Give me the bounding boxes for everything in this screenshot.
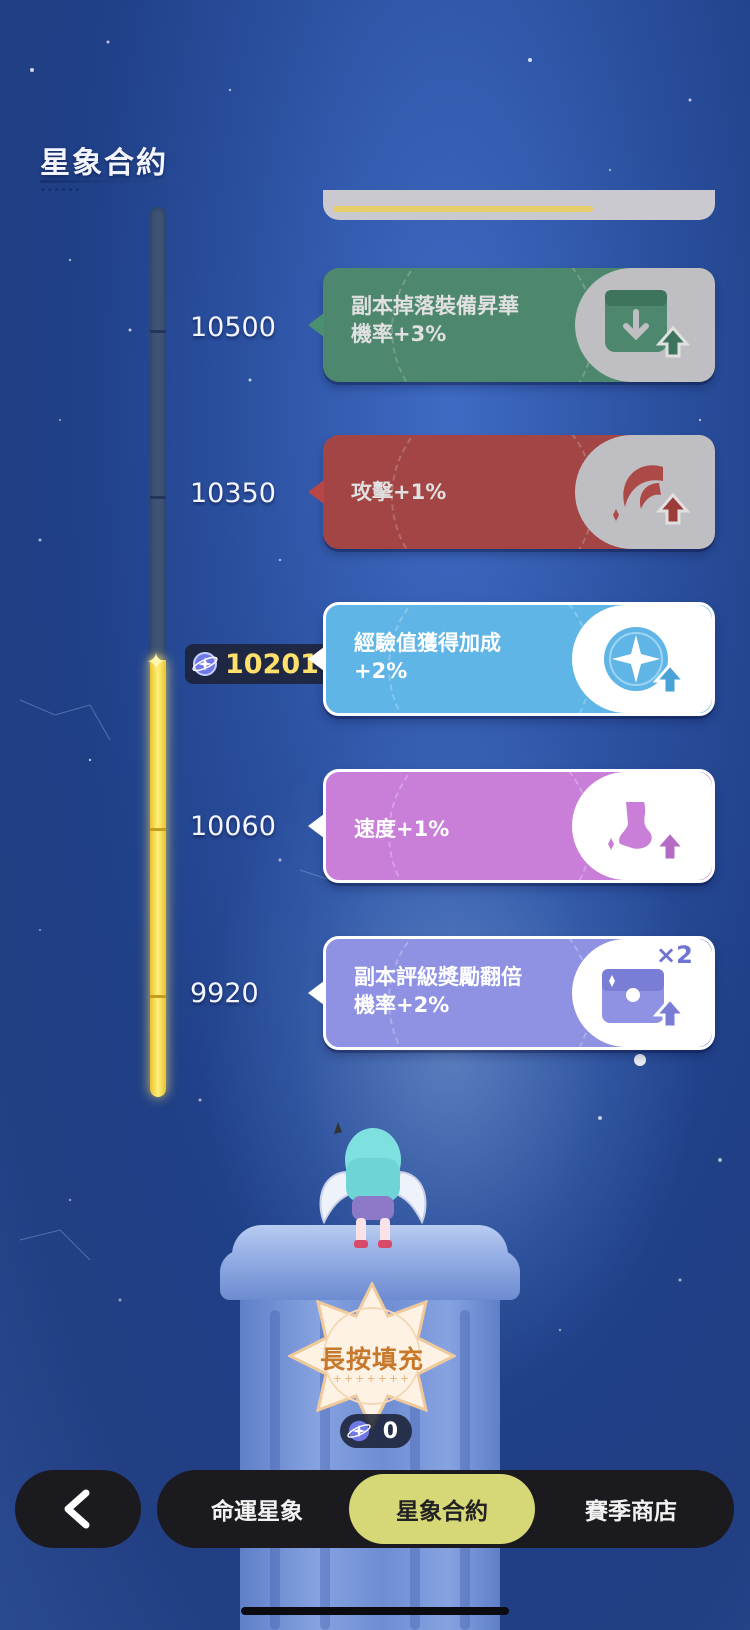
reward-icon-panel [572,605,712,713]
reward-label: 副本掉落裝備昇華 機率+3% [351,294,519,346]
character-avatar[interactable] [316,1122,430,1252]
fill-cost-value: 0 [382,1418,398,1444]
milestone-label: 10500 [190,312,276,343]
speed-boot-icon [608,802,688,862]
reward-card[interactable]: 攻擊+1% [323,435,715,549]
current-progress-value: 10201 [225,648,319,680]
reward-label: 速度+1% [354,817,450,841]
previous-reward-card-edge [323,190,715,220]
back-arrow-icon [64,1489,90,1529]
star-orb-icon [192,652,218,676]
reward-label: 副本評級獎勵翻倍 機率+2% [354,965,522,1017]
card-pointer [308,480,324,504]
page-title: 星象合約 [40,146,168,181]
track-tick [150,496,166,499]
attack-slash-icon [613,465,691,525]
reward-label: 攻擊+1% [351,480,447,504]
reward-card[interactable]: 副本評級獎勵翻倍 機率+2% ×2 [323,936,715,1050]
progress-fill [150,660,166,1097]
track-tick [150,330,166,333]
reward-card[interactable]: 速度+1% [323,769,715,883]
fill-cost-badge: 0 [340,1414,412,1448]
fill-button-label: 長按填充 [319,1345,424,1374]
track-tick [150,828,166,831]
card-pointer [308,647,324,671]
track-tick [150,995,166,998]
title-decoration: •••••• [40,185,82,196]
fill-button-decoration: +++++++ [332,1372,412,1385]
reward-card[interactable]: 經驗值獲得加成 +2% [323,602,715,716]
card-pointer [308,814,324,838]
milestone-label: 9920 [190,978,259,1009]
reward-icon-panel [575,435,715,549]
reward-card[interactable]: 副本掉落裝備昇華 機率+3% [323,268,715,382]
progress-marker-spark-icon: ✦ [146,648,167,676]
reward-icon-panel: ×2 [572,939,712,1047]
back-button[interactable] [15,1470,141,1548]
tab-season-shop[interactable]: 賽季商店 [541,1470,721,1548]
title-underline [40,180,188,183]
milestone-label: 10060 [190,811,276,842]
home-indicator[interactable] [241,1607,509,1615]
reward-icon-panel [572,772,712,880]
reward-icon-panel [575,268,715,382]
card-pointer [308,981,324,1005]
tab-star-contract[interactable]: 星象合約 [349,1474,535,1544]
tab-fate-constellation[interactable]: 命運星象 [167,1470,347,1548]
reward-label: 經驗值獲得加成 +2% [354,631,501,683]
milestone-label: 10350 [190,478,276,509]
double-badge: ×2 [656,941,693,969]
box-download-icon [605,290,691,358]
exp-star-icon [604,627,688,695]
star-orb-icon [347,1420,371,1442]
card-pointer [308,313,324,337]
bottom-tab-bar: 命運星象 星象合約 賽季商店 [157,1470,734,1548]
